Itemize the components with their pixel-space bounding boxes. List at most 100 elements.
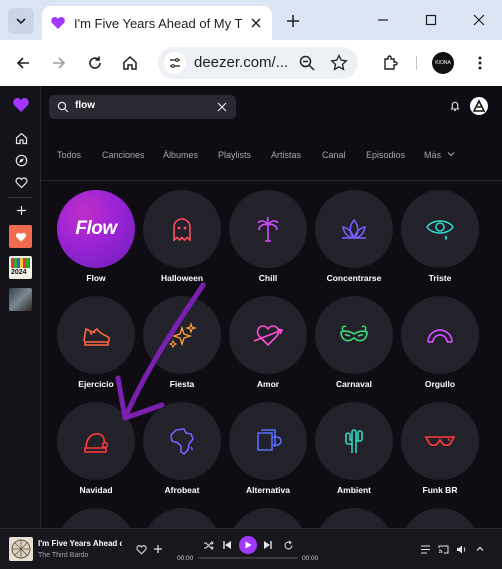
tile-next-row-3[interactable] (229, 508, 315, 528)
tile-cover (315, 508, 393, 528)
track-title[interactable]: I'm Five Years Ahead of My Time (38, 539, 122, 548)
filter-albumes[interactable]: Álbumes (163, 150, 198, 160)
tile-next-row-5[interactable] (401, 508, 487, 528)
filter-mas-label: Más (424, 150, 442, 160)
search-results-page: flow Todos Canciones Álbumes Playlists A… (41, 86, 502, 528)
tile-halloween[interactable]: Halloween (143, 190, 229, 290)
tile-carnaval[interactable]: Carnaval (315, 296, 401, 396)
previous-track-icon[interactable] (221, 539, 233, 551)
sidebar-divider (8, 197, 33, 198)
tile-cover (315, 402, 393, 480)
favorite-tracks-thumb[interactable] (9, 225, 32, 248)
filter-canal[interactable]: Canal (322, 150, 346, 160)
extensions-button[interactable] (378, 51, 402, 75)
tile-fiesta[interactable]: Fiesta (143, 296, 229, 396)
home-button[interactable] (118, 51, 142, 75)
tile-label: Chill (258, 273, 278, 283)
tile-label: Triste (428, 273, 452, 283)
tile-concentrarse[interactable]: Concentrarse (315, 190, 401, 290)
bookmark-star-icon[interactable] (330, 54, 348, 72)
back-arrow-icon (16, 57, 29, 69)
tab-search-button[interactable] (8, 8, 34, 34)
filter-canciones[interactable]: Canciones (102, 150, 145, 160)
tile-ejercicio[interactable]: Ejercicio (57, 296, 143, 396)
zoom-icon[interactable] (298, 54, 316, 72)
like-heart-icon[interactable] (135, 543, 147, 555)
tile-label: Alternativa (246, 485, 290, 495)
close-icon (473, 14, 485, 26)
tile-amor[interactable]: Amor (229, 296, 315, 396)
new-tab-button[interactable] (282, 10, 304, 32)
progress-bar[interactable] (198, 557, 298, 559)
tile-orgullo[interactable]: Orgullo (401, 296, 487, 396)
tile-chill[interactable]: Chill (229, 190, 315, 290)
favorites-nav-icon[interactable] (13, 174, 29, 190)
tile-ambient[interactable]: Ambient (315, 402, 401, 502)
home-nav-icon[interactable] (13, 130, 29, 146)
tile-flow[interactable]: Flow Flow (57, 190, 143, 290)
track-cover[interactable] (9, 537, 33, 561)
tile-label: Orgullo (424, 379, 456, 389)
filter-episodios[interactable]: Episodios (366, 150, 405, 160)
left-sidebar: 2024 (0, 86, 41, 528)
maximize-icon (425, 14, 437, 26)
kebab-menu-icon (478, 56, 482, 70)
browser-tab[interactable]: I'm Five Years Ahead of My Tim (42, 6, 272, 40)
search-bar[interactable]: flow (49, 95, 236, 119)
filter-todos[interactable]: Todos (57, 150, 81, 160)
tile-cover (229, 508, 307, 528)
add-playlist-icon[interactable] (13, 202, 29, 218)
filter-mas[interactable]: Más (424, 150, 455, 160)
reload-button[interactable] (83, 51, 107, 75)
repeat-icon[interactable] (282, 539, 294, 551)
deezer-logo-icon[interactable] (12, 96, 30, 114)
explore-nav-icon[interactable] (13, 152, 29, 168)
tile-label: Funk BR (422, 485, 458, 495)
expand-player-icon[interactable] (474, 543, 486, 555)
address-bar[interactable]: deezer.com/... (158, 47, 358, 79)
tile-funk-br[interactable]: Funk BR (401, 402, 487, 502)
tile-cover (143, 190, 221, 268)
puzzle-icon (384, 55, 398, 70)
tile-next-row-4[interactable] (315, 508, 401, 528)
close-window-button[interactable] (466, 8, 492, 32)
cast-icon[interactable] (437, 543, 449, 555)
tile-navidad[interactable]: Navidad (57, 402, 143, 502)
play-button[interactable] (239, 536, 257, 554)
track-artist[interactable]: The Third Bardo (38, 552, 88, 559)
queue-icon[interactable] (419, 543, 431, 555)
minimize-button[interactable] (370, 8, 396, 32)
bell-icon[interactable] (449, 100, 461, 112)
tile-next-row-2[interactable] (143, 508, 229, 528)
tile-cover (401, 508, 479, 528)
url-text: deezer.com/... (194, 54, 289, 71)
filter-playlists[interactable]: Playlists (218, 150, 251, 160)
user-avatar[interactable] (470, 97, 488, 115)
forward-button[interactable] (47, 51, 71, 75)
tile-next-row-1[interactable] (57, 508, 143, 528)
maximize-button[interactable] (418, 8, 444, 32)
clear-search-icon[interactable] (216, 101, 228, 113)
playlist-2024-thumb[interactable]: 2024 (9, 256, 32, 279)
tile-triste[interactable]: Triste (401, 190, 487, 290)
browser-menu-button[interactable] (468, 51, 492, 75)
palm-tree-icon (257, 216, 279, 242)
filter-artistas[interactable]: Artistas (271, 150, 301, 160)
tab-close-icon[interactable] (248, 15, 264, 31)
site-info-icon[interactable] (164, 52, 186, 74)
tile-alternativa[interactable]: Alternativa (229, 402, 315, 502)
tile-label: Amor (256, 379, 280, 389)
volume-icon[interactable] (455, 543, 467, 555)
tile-afrobeat[interactable]: Afrobeat (143, 402, 229, 502)
add-to-playlist-icon[interactable] (152, 543, 164, 555)
back-button[interactable] (11, 51, 35, 75)
tile-label: Fiesta (169, 379, 195, 389)
deezer-app: 2024 flow Todos Canciones Álbumes Playli… (0, 86, 502, 569)
search-input[interactable]: flow (75, 100, 95, 111)
album-thumb[interactable] (9, 288, 32, 311)
flow-cover-text: Flow (75, 218, 117, 239)
shuffle-icon[interactable] (202, 539, 214, 551)
tile-cover (229, 402, 307, 480)
profile-avatar[interactable]: KIONA (432, 52, 454, 74)
next-track-icon[interactable] (262, 539, 274, 551)
